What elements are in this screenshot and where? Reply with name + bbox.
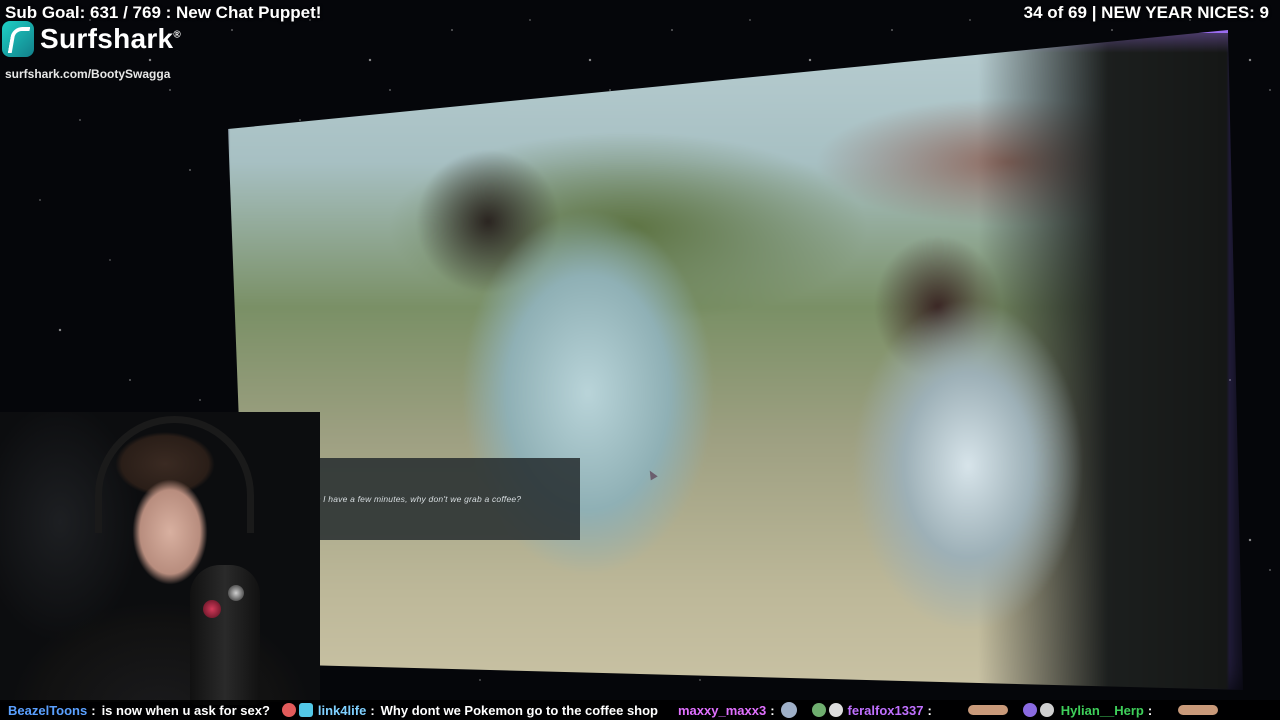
chat-message: Hylian__Herp : xyxy=(1022,702,1221,718)
chat-username[interactable]: feralfox1337 xyxy=(848,703,924,718)
chat-message: link4life : Why dont we Pokemon go to th… xyxy=(281,702,658,718)
counter-text: 34 of 69 | NEW YEAR NICES: 9 xyxy=(1023,3,1269,22)
sponsor-url: surfshark.com/BootySwagga xyxy=(5,67,171,81)
chat-separator: : xyxy=(770,702,775,718)
skull-icon xyxy=(828,703,843,717)
chat-text: is now when u ask for sex? xyxy=(101,702,270,718)
sponsor-logo: Surfshark® xyxy=(2,21,181,57)
dialog-text: Listen I have a few minutes, why don't w… xyxy=(296,494,522,504)
chat-separator: : xyxy=(91,702,96,718)
chat-message: feralfox1337 : xyxy=(811,702,1011,718)
chat-badge-icon xyxy=(1022,703,1037,717)
alien-icon xyxy=(1039,703,1054,717)
mic-badge-secondary-icon xyxy=(228,585,244,601)
chat-badge-icon xyxy=(298,703,313,717)
chat-separator: : xyxy=(1147,702,1153,718)
mic-badge-icon xyxy=(203,600,221,618)
game-capture-window xyxy=(228,30,1228,690)
chat-message: BeazelToons : is now when u ask for sex? xyxy=(0,703,270,718)
chat-badge-icon xyxy=(811,703,826,717)
chat-emote-icon xyxy=(967,705,1008,715)
microphone-icon xyxy=(190,565,260,705)
chat-text: Why dont we Pokemon go to the coffee sho… xyxy=(380,702,658,718)
chat-separator: : xyxy=(370,702,375,718)
chat-separator: : xyxy=(927,702,932,718)
chat-ticker: BeazelToons : is now when u ask for sex?… xyxy=(0,700,1280,720)
chat-emote-icon xyxy=(1178,705,1219,715)
chat-username[interactable]: link4life xyxy=(318,703,366,718)
surfshark-icon xyxy=(2,21,34,57)
sub-goal-text: Sub Goal: 631 / 769 : New Chat Puppet! xyxy=(5,3,322,22)
chat-badge-icon xyxy=(281,703,296,717)
chat-message: maxxy_maxx3 : xyxy=(670,702,800,718)
chat-username[interactable]: Hylian__Herp xyxy=(1061,703,1144,718)
sponsor-trademark: ® xyxy=(173,29,182,41)
chat-emote-icon xyxy=(780,702,797,718)
sponsor-brand-name: Surfshark xyxy=(40,23,174,54)
chat-username[interactable]: BeazelToons xyxy=(8,703,87,718)
chat-username[interactable]: maxxy_maxx3 xyxy=(678,703,766,718)
sponsor-brand: Surfshark® xyxy=(40,23,181,55)
